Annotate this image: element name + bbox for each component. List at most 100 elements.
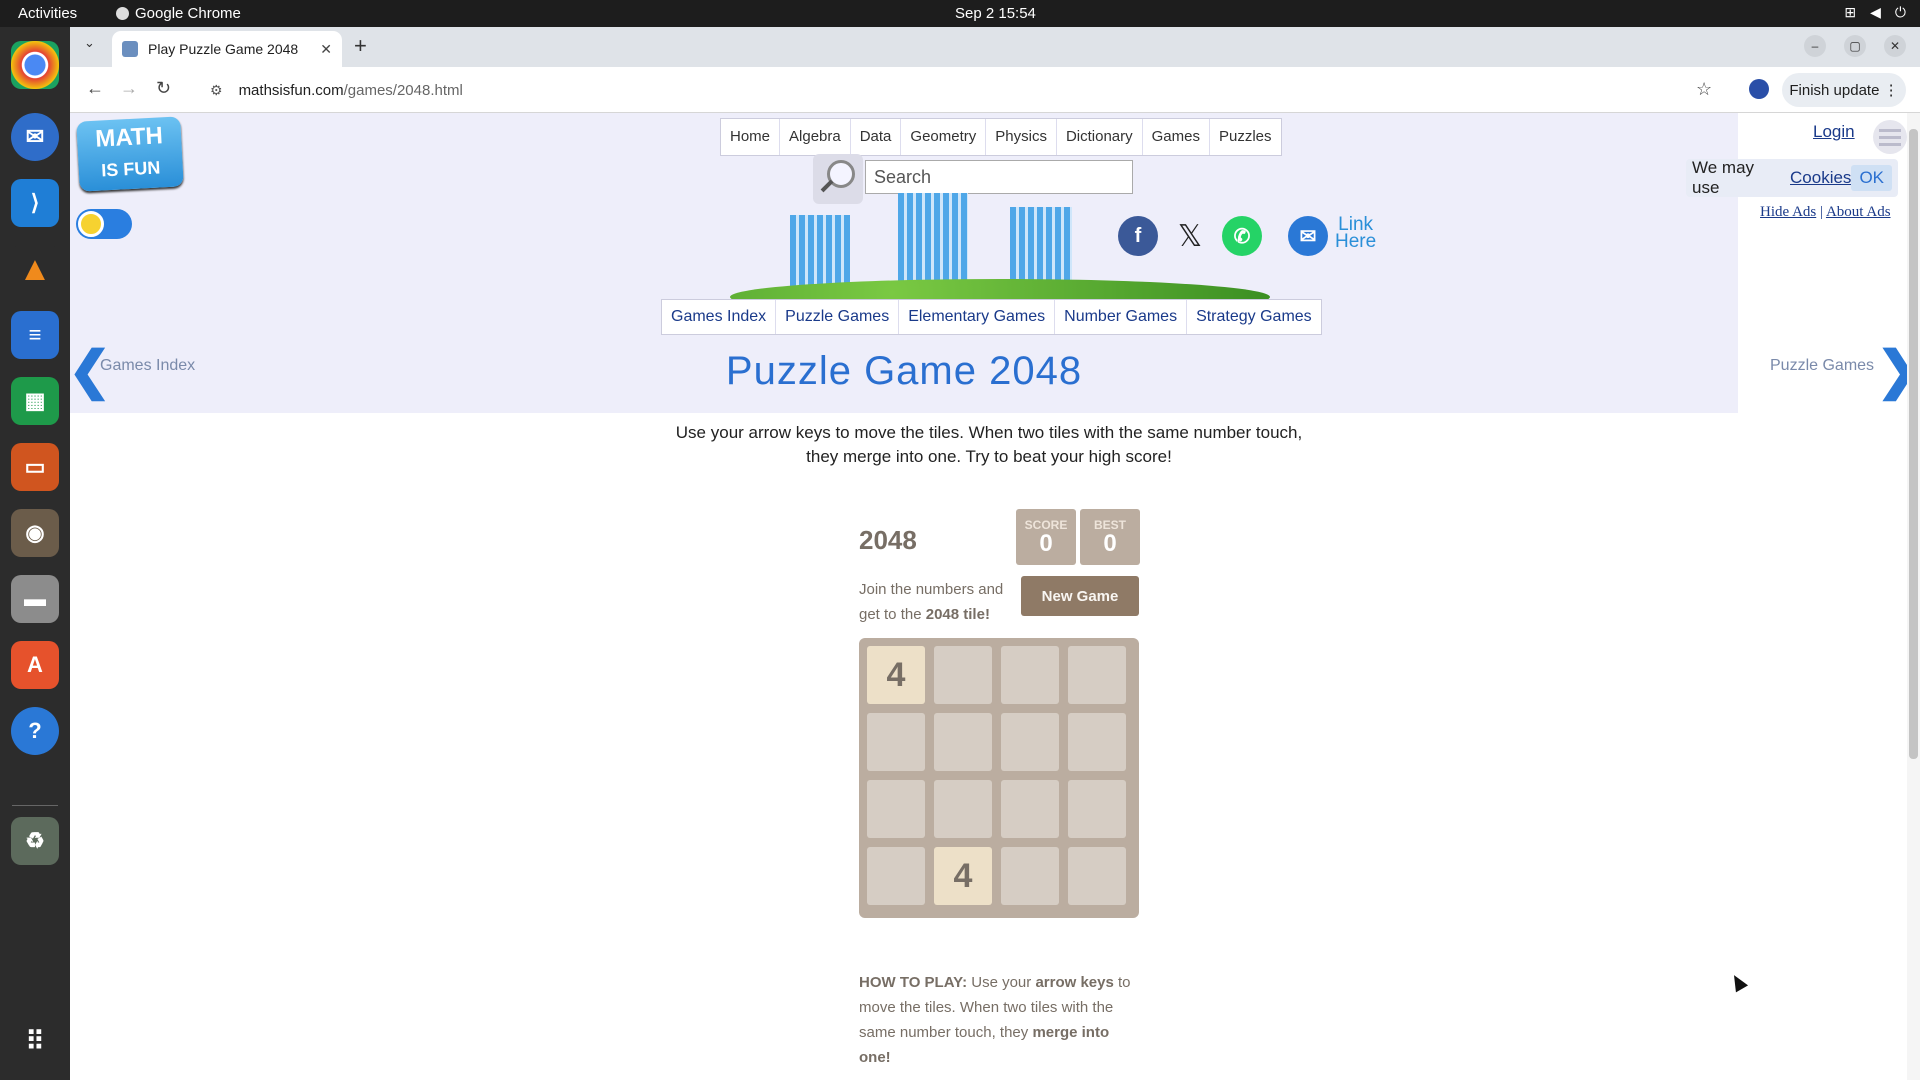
profile-icon[interactable] — [1749, 79, 1769, 99]
empty-cell — [1068, 847, 1126, 905]
tab-strip: ⌄ Play Puzzle Game 2048 ✕ + – ▢ ✕ — [70, 27, 1920, 67]
page-scrollbar[interactable] — [1907, 113, 1920, 1080]
games-sub-nav: Games Index Puzzle Games Elementary Game… — [661, 299, 1322, 335]
game-board[interactable]: 44 — [859, 638, 1139, 918]
subnav-number-games[interactable]: Number Games — [1055, 300, 1188, 334]
close-window-icon[interactable]: ✕ — [1884, 35, 1906, 57]
chrome-icon — [116, 7, 129, 20]
show-apps-icon[interactable]: ⠿ — [11, 1017, 59, 1065]
web-page: MATH IS FUN Home Algebra Data Geometry Ph… — [70, 113, 1908, 1080]
facebook-icon[interactable]: f — [1118, 216, 1158, 256]
score-value: 0 — [1039, 530, 1053, 557]
gimp-icon[interactable]: ◉ — [11, 509, 59, 557]
empty-cell — [1001, 780, 1059, 838]
site-info-icon[interactable]: ⚙ — [210, 82, 223, 99]
chrome-icon[interactable] — [11, 41, 59, 89]
empty-cell — [867, 847, 925, 905]
help-icon[interactable]: ? — [11, 707, 59, 755]
app-center-icon[interactable]: A — [11, 641, 59, 689]
vscode-icon[interactable]: ⟩ — [11, 179, 59, 227]
intro-line-2: they merge into one. Try to beat your hi… — [806, 447, 1172, 466]
sun-icon — [78, 211, 104, 237]
tile: 4 — [934, 847, 992, 905]
game-intro: Use your arrow keys to move the tiles. W… — [70, 421, 1908, 469]
browser-tab[interactable]: Play Puzzle Game 2048 ✕ — [112, 31, 342, 67]
link-here[interactable]: Link Here — [1335, 215, 1376, 251]
nav-physics[interactable]: Physics — [986, 119, 1057, 155]
nav-home[interactable]: Home — [721, 119, 781, 155]
browser-toolbar: ← → ↻ ⚙ mathsisfun.com/games/2048.html ☆… — [70, 67, 1920, 113]
new-game-button[interactable]: New Game — [1021, 576, 1139, 616]
empty-cell — [1068, 780, 1126, 838]
cookies-link[interactable]: Cookies — [1790, 168, 1851, 188]
network-icon: ⊞ — [1844, 4, 1857, 20]
empty-cell — [867, 713, 925, 771]
close-tab-icon[interactable]: ✕ — [320, 41, 332, 58]
window-controls: – ▢ ✕ — [1804, 35, 1906, 57]
scrollbar-thumb[interactable] — [1909, 129, 1918, 759]
power-icon: ⏻ — [1894, 4, 1906, 20]
cookie-ok-button[interactable]: OK — [1851, 165, 1892, 191]
vlc-icon[interactable]: ▲ — [11, 245, 59, 293]
volume-icon: ◀ — [1870, 4, 1881, 20]
score-box: SCORE 0 — [1016, 509, 1076, 565]
dock: ✉ ⟩ ▲ ≡ ▦ ▭ ◉ ▬ A ? ♻ ⠿ — [0, 27, 70, 1080]
back-icon[interactable]: ← — [86, 78, 104, 99]
theme-toggle[interactable] — [76, 209, 132, 239]
system-tray[interactable]: ⊞ ◀ ⏻ — [1844, 4, 1906, 21]
search-icon[interactable] — [813, 154, 863, 204]
nav-algebra[interactable]: Algebra — [780, 119, 851, 155]
impress-icon[interactable]: ▭ — [11, 443, 59, 491]
prev-page-link[interactable]: Games Index — [100, 357, 195, 375]
calc-icon[interactable]: ▦ — [11, 377, 59, 425]
reload-icon[interactable]: ↻ — [156, 78, 171, 99]
maximize-icon[interactable]: ▢ — [1844, 35, 1866, 57]
files-icon[interactable]: ▬ — [11, 575, 59, 623]
new-tab-icon[interactable]: + — [354, 33, 367, 59]
subnav-elementary-games[interactable]: Elementary Games — [899, 300, 1056, 334]
email-icon[interactable]: ✉ — [1288, 216, 1328, 256]
trash-icon[interactable]: ♻ — [11, 817, 59, 865]
tile: 4 — [867, 646, 925, 704]
nav-puzzles[interactable]: Puzzles — [1210, 119, 1281, 155]
writer-icon[interactable]: ≡ — [11, 311, 59, 359]
how-to-play: HOW TO PLAY: Use your arrow keys to move… — [859, 970, 1139, 1070]
chevron-right-icon[interactable]: ❯ — [1876, 341, 1908, 401]
clock[interactable]: Sep 2 15:54 — [955, 5, 1036, 22]
best-value: 0 — [1103, 530, 1117, 557]
nav-geometry[interactable]: Geometry — [901, 119, 987, 155]
address-bar[interactable]: ⚙ mathsisfun.com/games/2048.html — [196, 73, 1786, 107]
page-title: Puzzle Game 2048 — [725, 349, 1083, 393]
tab-search-icon[interactable]: ⌄ — [84, 35, 95, 51]
url-domain: mathsisfun.com — [238, 81, 344, 99]
subnav-puzzle-games[interactable]: Puzzle Games — [776, 300, 900, 334]
subnav-games-index[interactable]: Games Index — [662, 300, 777, 334]
empty-cell — [934, 713, 992, 771]
subnav-strategy-games[interactable]: Strategy Games — [1187, 300, 1321, 334]
login-link[interactable]: Login — [1813, 122, 1855, 142]
nav-data[interactable]: Data — [850, 119, 902, 155]
ad-links: Hide Ads | About Ads — [1760, 204, 1891, 221]
empty-cell — [1001, 713, 1059, 771]
minimize-icon[interactable]: – — [1804, 35, 1826, 57]
bookmark-star-icon[interactable]: ☆ — [1696, 79, 1712, 100]
cookie-text: We may use — [1692, 158, 1755, 197]
x-icon[interactable]: 𝕏 — [1170, 216, 1210, 256]
whatsapp-icon[interactable]: ✆ — [1222, 216, 1262, 256]
nav-games[interactable]: Games — [1142, 119, 1210, 155]
hide-ads-link[interactable]: Hide Ads — [1760, 204, 1816, 220]
nav-dictionary[interactable]: Dictionary — [1056, 119, 1143, 155]
about-ads-link[interactable]: About Ads — [1826, 204, 1891, 220]
app-menu[interactable]: Google Chrome — [116, 5, 241, 22]
finish-update-button[interactable]: Finish update ⋮ — [1782, 73, 1906, 107]
game-title: 2048 — [859, 525, 917, 555]
forward-icon[interactable]: → — [120, 78, 138, 99]
menu-icon[interactable] — [1873, 120, 1907, 154]
next-page-link[interactable]: Puzzle Games — [1770, 357, 1874, 375]
empty-cell — [1068, 646, 1126, 704]
site-logo[interactable]: MATH IS FUN — [76, 116, 184, 192]
howto-label: HOW TO PLAY: — [859, 974, 968, 991]
search-input[interactable]: Search — [865, 160, 1133, 194]
activities-button[interactable]: Activities — [18, 5, 77, 22]
thunderbird-icon[interactable]: ✉ — [11, 113, 59, 161]
